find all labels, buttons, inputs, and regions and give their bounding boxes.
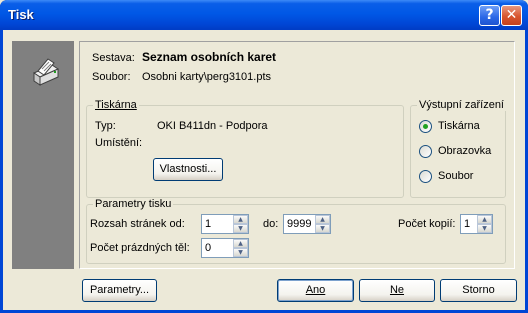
ano-button[interactable]: Ano [277, 279, 354, 302]
spin-buttons: ▲ ▼ [233, 215, 248, 233]
help-button[interactable]: ? [479, 5, 500, 26]
radio-label-obrazovka[interactable]: Obrazovka [438, 145, 491, 157]
spin-up-icon[interactable]: ▲ [233, 215, 248, 224]
copies-spinner[interactable]: 1 ▲ ▼ [460, 214, 493, 234]
spin-buttons: ▲ ▼ [315, 215, 330, 233]
from-page-spinner[interactable]: 1 ▲ ▼ [201, 214, 249, 234]
radio-label-soubor[interactable]: Soubor [438, 170, 473, 182]
radio-label-tiskarna[interactable]: Tiskárna [438, 120, 480, 132]
range-label: Rozsah stránek od: [90, 218, 185, 230]
params-group-title: Parametry tisku [93, 198, 174, 210]
spin-up-icon[interactable]: ▲ [233, 239, 248, 248]
spin-down-icon[interactable]: ▼ [233, 224, 248, 233]
main-panel: Sestava: Seznam osobních karet Soubor: O… [79, 41, 515, 269]
properties-button[interactable]: Vlastnosti... [153, 158, 223, 181]
parametry-button[interactable]: Parametry... [82, 279, 157, 302]
print-params-group: Parametry tisku Rozsah stránek od: 1 ▲ ▼… [86, 198, 506, 264]
output-device-group: Výstupní zařízení Tiskárna Obrazovka Sou… [410, 99, 506, 198]
radio-button[interactable] [419, 145, 432, 158]
blank-label: Počet prázdných těl: [90, 242, 190, 254]
from-page-value[interactable]: 1 [205, 218, 211, 230]
to-label: do: [263, 218, 279, 230]
printer-group-title: Tiskárna [93, 99, 139, 111]
radio-selected-dot [423, 124, 428, 129]
spin-down-icon[interactable]: ▼ [477, 224, 492, 233]
to-page-value[interactable]: 9999 [287, 218, 311, 230]
spin-up-icon[interactable]: ▲ [315, 215, 330, 224]
spin-buttons: ▲ ▼ [477, 215, 492, 233]
radio-button[interactable] [419, 120, 432, 133]
storno-button[interactable]: Storno [440, 279, 517, 302]
copies-label: Počet kopií: [398, 218, 456, 230]
to-page-spinner[interactable]: 9999 ▲ ▼ [283, 214, 331, 234]
blank-pages-value[interactable]: 0 [205, 242, 211, 254]
spin-buttons: ▲ ▼ [233, 239, 248, 257]
soubor-value: Osobni karty\perg3101.pts [142, 71, 272, 83]
ne-button[interactable]: Ne [359, 279, 435, 302]
sestava-value: Seznam osobních karet [142, 50, 277, 64]
radio-button[interactable] [419, 170, 432, 183]
spin-down-icon[interactable]: ▼ [233, 248, 248, 257]
typ-value: OKI B411dn - Podpora [157, 120, 268, 132]
close-button[interactable]: ✕ [501, 5, 522, 26]
soubor-label: Soubor: [92, 71, 131, 83]
window-title: Tisk [8, 7, 34, 22]
copies-value[interactable]: 1 [464, 218, 470, 230]
printer-icon [32, 58, 60, 86]
ano-label: Ano [305, 284, 326, 296]
print-dialog: Tisk ? ✕ Sestava: Seznam osobních karet … [0, 0, 528, 313]
ne-label: Ne [389, 284, 405, 296]
dialog-body: Sestava: Seznam osobních karet Soubor: O… [3, 30, 525, 310]
sestava-label: Sestava: [92, 52, 135, 64]
title-bar[interactable]: Tisk ? ✕ [0, 0, 528, 30]
umisteni-label: Umístění: [95, 137, 143, 149]
spin-up-icon[interactable]: ▲ [477, 215, 492, 224]
icon-panel [12, 41, 74, 269]
printer-group: Tiskárna Typ: OKI B411dn - Podpora Umíst… [86, 99, 404, 198]
blank-pages-spinner[interactable]: 0 ▲ ▼ [201, 238, 249, 258]
spin-down-icon[interactable]: ▼ [315, 224, 330, 233]
typ-label: Typ: [95, 120, 116, 132]
output-group-title: Výstupní zařízení [417, 99, 506, 111]
